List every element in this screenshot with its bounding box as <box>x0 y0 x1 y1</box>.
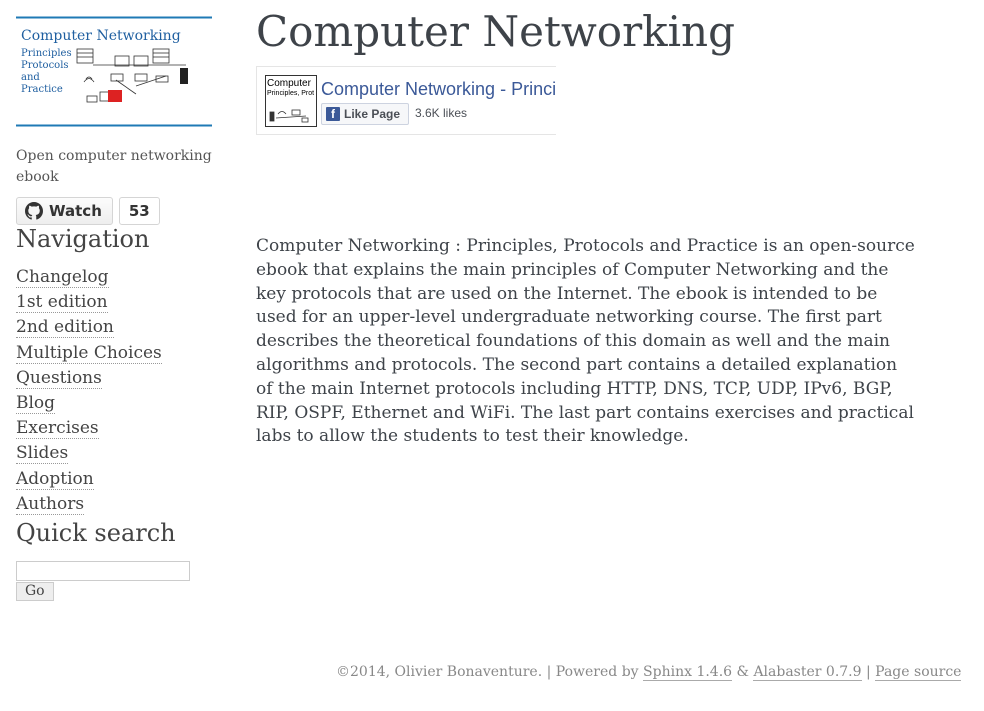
logo-line-4: Practice <box>21 84 63 95</box>
nav-item-exercises: Exercises <box>16 418 216 443</box>
nav-item-authors: Authors <box>16 493 216 519</box>
nav-link-multiple-choices[interactable]: Multiple Choices <box>16 342 162 364</box>
book-description: Computer Networking : Principles, Protoc… <box>256 236 915 447</box>
footer-separator-2: | <box>861 664 876 680</box>
navigation-heading: Navigation <box>16 225 150 253</box>
logo-line-3: and <box>21 72 40 83</box>
like-button-label: Like Page <box>344 107 401 121</box>
search-go-button[interactable]: Go <box>16 581 54 601</box>
nav-link-adoption[interactable]: Adoption <box>16 468 94 490</box>
site-tagline: Open computer networking ebook <box>16 148 212 185</box>
nav-link-slides[interactable]: Slides <box>16 443 69 465</box>
nav-link-changelog[interactable]: Changelog <box>16 267 109 288</box>
facebook-like-count: 3.6K likes <box>415 106 468 120</box>
facebook-page-widget: Computer Principles, Prot Computer Netwo… <box>256 66 556 135</box>
nav-item-questions: Questions <box>16 367 216 393</box>
footer: ©2014, Olivier Bonaventure. | Powered by… <box>336 664 962 681</box>
thumbnail-image: Computer Principles, Prot <box>267 78 314 123</box>
nav-item-adoption: Adoption <box>16 468 216 494</box>
github-watch-button[interactable]: Watch <box>16 197 113 225</box>
nav-item-2nd-edition: 2nd edition <box>16 317 216 342</box>
logo-title: Computer Networking <box>21 28 181 44</box>
footer-separator: | Powered by <box>542 664 644 680</box>
thumbnail-title: Computer <box>267 78 312 89</box>
main-content: Computer Networking Computer Principles,… <box>256 0 926 466</box>
facebook-icon: f <box>326 107 340 121</box>
logo-image[interactable]: Computer Networking Principles Protocols… <box>16 16 212 128</box>
github-icon <box>25 202 43 220</box>
nav-item-slides: Slides <box>16 443 216 468</box>
footer-alabaster-link[interactable]: Alabaster 0.7.9 <box>753 664 862 681</box>
nav-link-authors[interactable]: Authors <box>16 493 85 515</box>
facebook-page-thumbnail[interactable]: Computer Principles, Prot <box>265 75 317 127</box>
sidebar: Computer Networking Principles Protocols… <box>16 16 216 601</box>
nav-link-exercises[interactable]: Exercises <box>16 418 99 440</box>
nav-link-1st-edition[interactable]: 1st edition <box>16 292 108 314</box>
page-title: Computer Networking <box>256 7 735 56</box>
nav-item-1st-edition: 1st edition <box>16 292 216 317</box>
search-input[interactable] <box>16 560 190 581</box>
facebook-like-button[interactable]: f Like Page <box>321 103 410 125</box>
github-watch-widget: Watch 53 <box>16 197 216 225</box>
facebook-page-title[interactable]: Computer Networking - Principles, Protoc… <box>321 79 555 100</box>
quick-search-heading: Quick search <box>16 518 176 547</box>
nav-item-changelog: Changelog <box>16 267 216 292</box>
github-watch-count[interactable]: 53 <box>118 197 160 225</box>
logo-line-1: Principles <box>21 48 72 59</box>
nav-link-blog[interactable]: Blog <box>16 392 56 414</box>
thumbnail-subtitle: Principles, Prot <box>267 90 314 97</box>
nav-link-2nd-edition[interactable]: 2nd edition <box>16 317 114 339</box>
footer-page-source-link[interactable]: Page source <box>875 664 962 681</box>
quick-search-form: Go <box>16 560 216 601</box>
nav-item-multiple-choices: Multiple Choices <box>16 342 216 368</box>
nav-item-blog: Blog <box>16 392 216 418</box>
footer-ampersand: & <box>732 664 754 680</box>
footer-copyright: ©2014, Olivier Bonaventure. <box>336 664 543 680</box>
github-watch-label: Watch <box>49 202 102 220</box>
navigation-list: Changelog 1st edition 2nd edition Multip… <box>16 267 216 519</box>
footer-sphinx-link[interactable]: Sphinx 1.4.6 <box>643 664 733 681</box>
logo-line-2: Protocols <box>21 60 69 71</box>
nav-link-questions[interactable]: Questions <box>16 367 102 389</box>
